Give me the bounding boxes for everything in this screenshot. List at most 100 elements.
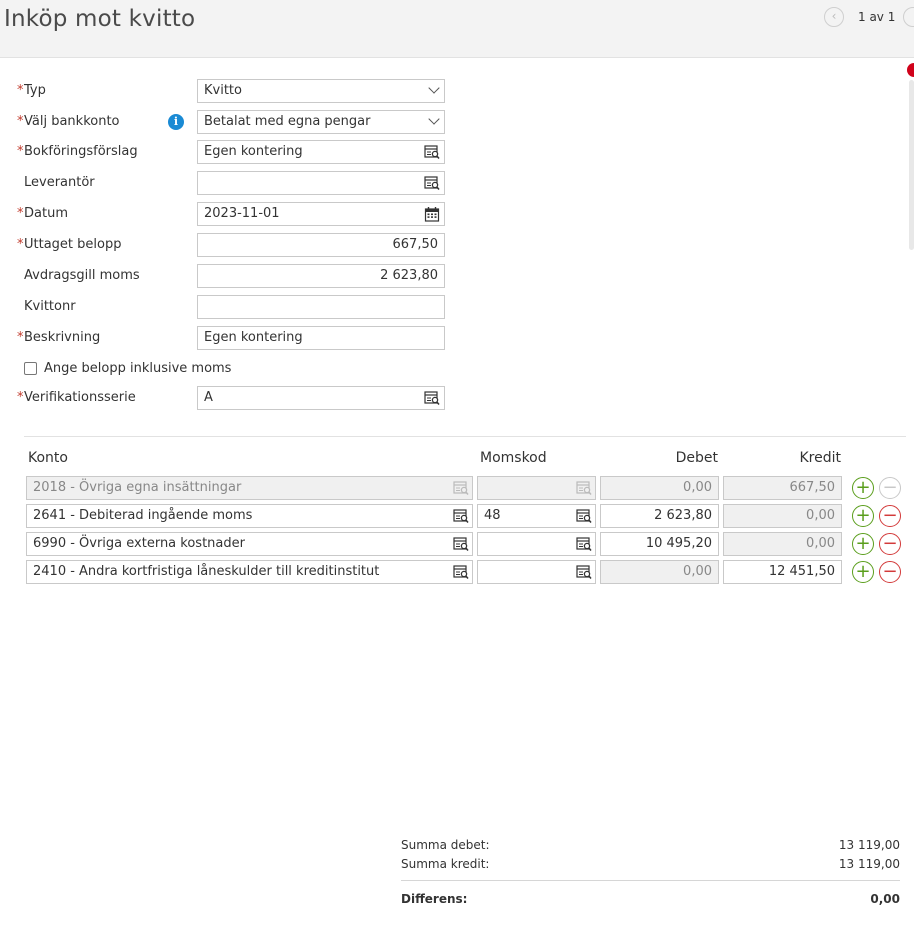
info-icon[interactable]: i — [168, 114, 184, 130]
lookup-icon[interactable] — [576, 564, 592, 580]
beskrivning-label: Beskrivning — [17, 330, 100, 345]
lookup-icon[interactable] — [424, 144, 440, 160]
avdragsgill-moms-field[interactable]: 2 623,80 — [197, 264, 445, 288]
summa-kredit-value: 13 119,00 — [838, 857, 900, 871]
kredit-cell: 0,00 — [723, 532, 842, 556]
lookup-icon[interactable] — [424, 175, 440, 191]
konto-value: 2018 - Övriga egna insättningar — [33, 480, 242, 495]
uttaget-belopp-field[interactable]: 667,50 — [197, 233, 445, 257]
avdragsgill-moms-label: Avdragsgill moms — [24, 268, 140, 283]
konto-cell[interactable]: 2410 - Andra kortfristiga låneskulder ti… — [26, 560, 473, 584]
lookup-icon — [453, 481, 469, 495]
momskod-header: Momskod — [480, 450, 547, 466]
lookup-icon[interactable] — [576, 536, 592, 552]
verifikationsserie-row: Verifikationsserie A — [0, 386, 460, 410]
kredit-cell: 667,50 — [723, 476, 842, 500]
konto-value: 6990 - Övriga externa kostnader — [33, 536, 245, 551]
typ-row: Typ Kvitto — [0, 79, 460, 103]
summa-kredit-label: Summa kredit: — [401, 857, 490, 871]
page-title: Inköp mot kvitto — [4, 6, 196, 32]
remove-row-button[interactable]: − — [879, 561, 901, 583]
plus-icon: + — [855, 561, 871, 582]
lookup-icon[interactable] — [453, 564, 469, 580]
add-row-button[interactable]: + — [852, 561, 874, 583]
bokforingsforslag-value: Egen kontering — [204, 144, 303, 159]
remove-row-button: − — [879, 477, 901, 499]
add-row-button[interactable]: + — [852, 533, 874, 555]
avdragsgill-moms-row: Avdragsgill moms 2 623,80 — [0, 264, 460, 288]
beskrivning-field[interactable]: Egen kontering — [197, 326, 445, 350]
typ-select[interactable]: Kvitto — [197, 79, 445, 103]
verifikationsserie-value: A — [204, 390, 213, 405]
konto-header: Konto — [28, 450, 68, 466]
verifikationsserie-field[interactable]: A — [197, 386, 445, 410]
summary-divider — [401, 880, 900, 881]
chevron-down-icon — [428, 82, 440, 94]
uttaget-belopp-label: Uttaget belopp — [17, 237, 122, 252]
page-header: Inköp mot kvitto ‹ 1 av 1 — [0, 0, 914, 58]
momskod-cell — [477, 476, 596, 500]
momskod-cell[interactable] — [477, 532, 596, 556]
lookup-icon[interactable] — [424, 390, 440, 406]
debet-cell: 0,00 — [600, 476, 719, 500]
bankkonto-row: Välj bankkonto i Betalat med egna pengar — [0, 110, 460, 134]
add-row-button[interactable]: + — [852, 505, 874, 527]
datum-label: Datum — [17, 206, 68, 221]
bokforingsforslag-row: Bokföringsförslag Egen kontering — [0, 140, 460, 164]
momskod-cell[interactable] — [477, 560, 596, 584]
debet-cell[interactable]: 2 623,80 — [600, 504, 719, 528]
kredit-cell[interactable]: 12 451,50 — [723, 560, 842, 584]
bokforingsforslag-field[interactable]: Egen kontering — [197, 140, 445, 164]
momskod-value: 48 — [484, 508, 501, 523]
kvittonr-field[interactable] — [197, 295, 445, 319]
inkl-moms-label[interactable]: Ange belopp inklusive moms — [44, 361, 231, 376]
scrollbar[interactable] — [909, 80, 914, 250]
remove-row-button[interactable]: − — [879, 533, 901, 555]
konto-value: 2410 - Andra kortfristiga låneskulder ti… — [33, 564, 380, 579]
plus-icon: + — [855, 477, 871, 498]
leverantor-field[interactable] — [197, 171, 445, 195]
pager-text: 1 av 1 — [858, 10, 896, 24]
leverantor-row: Leverantör — [0, 171, 460, 195]
lookup-icon — [576, 481, 592, 495]
chevron-left-icon: ‹ — [831, 9, 837, 23]
minus-icon: − — [882, 477, 898, 498]
datum-value: 2023-11-01 — [204, 206, 280, 221]
momskod-cell[interactable]: 48 — [477, 504, 596, 528]
kredit-cell: 0,00 — [723, 504, 842, 528]
verifikationsserie-label: Verifikationsserie — [17, 390, 136, 405]
konto-cell[interactable]: 2641 - Debiterad ingående moms — [26, 504, 473, 528]
konto-value: 2641 - Debiterad ingående moms — [33, 508, 253, 523]
chevron-down-icon — [428, 113, 440, 125]
lookup-icon[interactable] — [576, 508, 592, 524]
summa-debet-value: 13 119,00 — [838, 838, 900, 852]
debet-cell[interactable]: 10 495,20 — [600, 532, 719, 556]
notification-dot[interactable] — [907, 63, 914, 77]
differens-value: 0,00 — [870, 892, 900, 906]
remove-row-button[interactable]: − — [879, 505, 901, 527]
lookup-icon[interactable] — [453, 508, 469, 524]
minus-icon: − — [882, 561, 898, 582]
beskrivning-row: Beskrivning Egen kontering — [0, 326, 460, 350]
section-divider — [24, 436, 906, 437]
kvittonr-row: Kvittonr — [0, 295, 460, 319]
pager-prev-button[interactable]: ‹ — [824, 7, 844, 27]
kvittonr-label: Kvittonr — [24, 299, 76, 314]
calendar-icon[interactable] — [424, 206, 440, 222]
lookup-icon[interactable] — [453, 536, 469, 552]
datum-field[interactable]: 2023-11-01 — [197, 202, 445, 226]
uttaget-belopp-row: Uttaget belopp 667,50 — [0, 233, 460, 257]
konto-cell: 2018 - Övriga egna insättningar — [26, 476, 473, 500]
typ-label: Typ — [17, 83, 46, 98]
konto-cell[interactable]: 6990 - Övriga externa kostnader — [26, 532, 473, 556]
differens-label: Differens: — [401, 892, 468, 906]
bankkonto-select[interactable]: Betalat med egna pengar — [197, 110, 445, 134]
bankkonto-value: Betalat med egna pengar — [204, 114, 371, 129]
kredit-header: Kredit — [799, 450, 841, 466]
leverantor-label: Leverantör — [24, 175, 95, 190]
debet-header: Debet — [675, 450, 718, 466]
inkl-moms-checkbox[interactable] — [24, 362, 37, 375]
summa-debet-label: Summa debet: — [401, 838, 490, 852]
pager-next-button[interactable] — [903, 7, 914, 27]
add-row-button[interactable]: + — [852, 477, 874, 499]
